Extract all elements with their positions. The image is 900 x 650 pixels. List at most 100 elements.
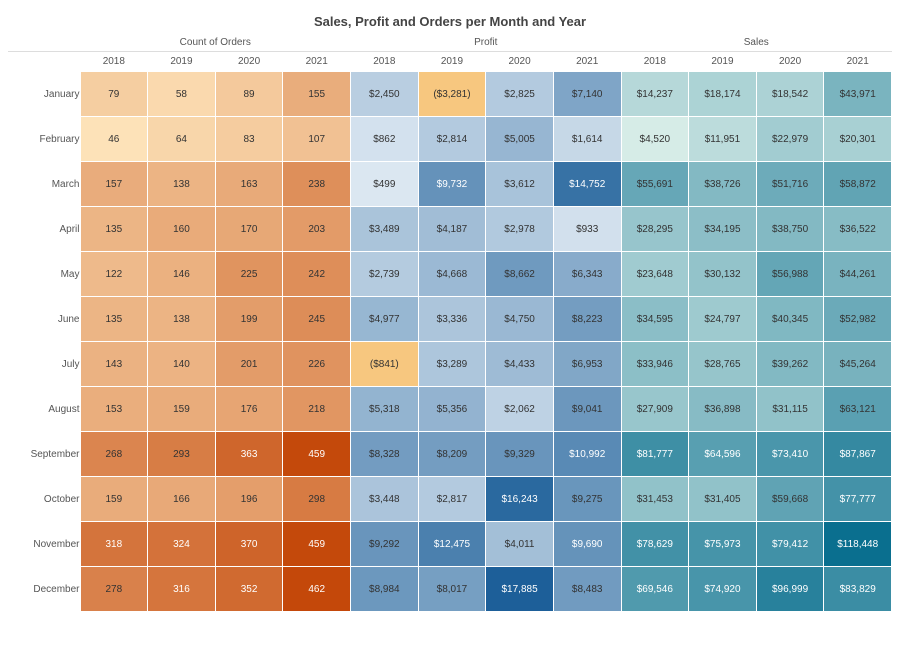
cell-profit: $4,750 <box>486 297 554 342</box>
cell-profit: $17,885 <box>486 567 554 612</box>
cell-sales: $55,691 <box>621 162 689 207</box>
cell-profit: $4,433 <box>486 342 554 387</box>
cell-orders: 138 <box>148 297 216 342</box>
month-label: April <box>8 207 80 252</box>
cell-orders: 298 <box>283 477 351 522</box>
cell-profit: $8,017 <box>418 567 486 612</box>
year-header: 2018 <box>621 52 689 72</box>
month-label: September <box>8 432 80 477</box>
cell-sales: $52,982 <box>824 297 892 342</box>
cell-orders: 199 <box>215 297 283 342</box>
cell-profit: $3,289 <box>418 342 486 387</box>
cell-orders: 160 <box>148 207 216 252</box>
cell-sales: $38,726 <box>689 162 757 207</box>
cell-orders: 196 <box>215 477 283 522</box>
cell-sales: $75,973 <box>689 522 757 567</box>
cell-profit: $2,825 <box>486 72 554 117</box>
year-header: 2018 <box>80 52 148 72</box>
cell-sales: $39,262 <box>756 342 824 387</box>
cell-sales: $4,520 <box>621 117 689 162</box>
year-header: 2020 <box>756 52 824 72</box>
cell-sales: $79,412 <box>756 522 824 567</box>
cell-profit: $9,329 <box>486 432 554 477</box>
cell-orders: 352 <box>215 567 283 612</box>
cell-orders: 58 <box>148 72 216 117</box>
month-label: July <box>8 342 80 387</box>
cell-orders: 218 <box>283 387 351 432</box>
cell-orders: 268 <box>80 432 148 477</box>
cell-orders: 242 <box>283 252 351 297</box>
heatmap-table: Count of Orders Profit Sales 20182019202… <box>8 35 892 612</box>
cell-sales: $73,410 <box>756 432 824 477</box>
cell-profit: $8,209 <box>418 432 486 477</box>
cell-profit: $2,814 <box>418 117 486 162</box>
cell-orders: 318 <box>80 522 148 567</box>
cell-profit: $3,336 <box>418 297 486 342</box>
cell-sales: $77,777 <box>824 477 892 522</box>
month-label: November <box>8 522 80 567</box>
cell-orders: 370 <box>215 522 283 567</box>
cell-profit: $8,662 <box>486 252 554 297</box>
cell-sales: $28,295 <box>621 207 689 252</box>
metric-header-row: Count of Orders Profit Sales <box>8 35 892 52</box>
cell-orders: 153 <box>80 387 148 432</box>
cell-orders: 140 <box>148 342 216 387</box>
cell-sales: $38,750 <box>756 207 824 252</box>
cell-orders: 201 <box>215 342 283 387</box>
cell-profit: $8,483 <box>553 567 621 612</box>
cell-profit: ($3,281) <box>418 72 486 117</box>
cell-sales: $45,264 <box>824 342 892 387</box>
cell-profit: $14,752 <box>553 162 621 207</box>
cell-profit: $3,612 <box>486 162 554 207</box>
cell-orders: 170 <box>215 207 283 252</box>
cell-sales: $34,195 <box>689 207 757 252</box>
cell-orders: 89 <box>215 72 283 117</box>
cell-profit: $499 <box>351 162 419 207</box>
cell-profit: $2,739 <box>351 252 419 297</box>
cell-orders: 135 <box>80 297 148 342</box>
cell-profit: $9,690 <box>553 522 621 567</box>
year-header: 2019 <box>418 52 486 72</box>
cell-orders: 245 <box>283 297 351 342</box>
cell-sales: $22,979 <box>756 117 824 162</box>
cell-profit: $6,953 <box>553 342 621 387</box>
month-label: May <box>8 252 80 297</box>
cell-orders: 159 <box>148 387 216 432</box>
cell-orders: 324 <box>148 522 216 567</box>
cell-orders: 225 <box>215 252 283 297</box>
cell-sales: $31,115 <box>756 387 824 432</box>
cell-sales: $78,629 <box>621 522 689 567</box>
cell-orders: 83 <box>215 117 283 162</box>
cell-profit: $8,328 <box>351 432 419 477</box>
cell-sales: $63,121 <box>824 387 892 432</box>
cell-sales: $81,777 <box>621 432 689 477</box>
cell-orders: 64 <box>148 117 216 162</box>
year-header: 2018 <box>351 52 419 72</box>
cell-sales: $69,546 <box>621 567 689 612</box>
cell-sales: $36,898 <box>689 387 757 432</box>
cell-sales: $96,999 <box>756 567 824 612</box>
cell-sales: $18,542 <box>756 72 824 117</box>
cell-orders: 138 <box>148 162 216 207</box>
year-header-row: 2018201920202021201820192020202120182019… <box>8 52 892 72</box>
cell-sales: $33,946 <box>621 342 689 387</box>
cell-profit: $5,318 <box>351 387 419 432</box>
cell-profit: $12,475 <box>418 522 486 567</box>
cell-sales: $44,261 <box>824 252 892 297</box>
cell-profit: $10,992 <box>553 432 621 477</box>
metric-header-profit: Profit <box>351 35 622 52</box>
cell-orders: 155 <box>283 72 351 117</box>
cell-profit: $6,343 <box>553 252 621 297</box>
cell-sales: $31,453 <box>621 477 689 522</box>
cell-sales: $20,301 <box>824 117 892 162</box>
cell-sales: $30,132 <box>689 252 757 297</box>
cell-sales: $36,522 <box>824 207 892 252</box>
cell-profit: $9,275 <box>553 477 621 522</box>
cell-orders: 163 <box>215 162 283 207</box>
cell-sales: $40,345 <box>756 297 824 342</box>
cell-orders: 293 <box>148 432 216 477</box>
cell-orders: 462 <box>283 567 351 612</box>
cell-sales: $11,951 <box>689 117 757 162</box>
cell-orders: 143 <box>80 342 148 387</box>
cell-sales: $58,872 <box>824 162 892 207</box>
